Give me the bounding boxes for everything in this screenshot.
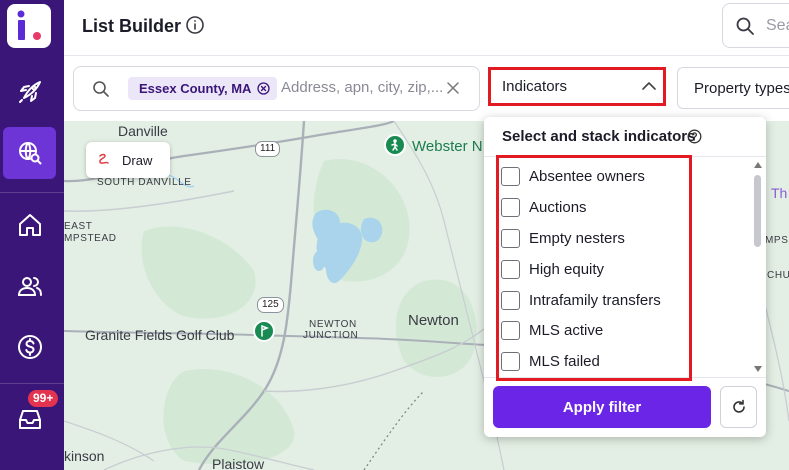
map-label-east: EAST [64,221,93,232]
map-label-webster: Webster N [412,138,483,155]
rocket-icon [18,81,41,103]
search-icon [736,17,754,35]
reset-button[interactable] [720,386,757,428]
route-shield: 125 [257,297,284,313]
scroll-down-icon[interactable] [754,366,762,372]
home-icon [18,214,41,236]
scrollbar-thumb[interactable] [754,175,761,247]
golf-icon [261,325,270,337]
property-types-label: Property types [694,80,789,97]
draw-button[interactable]: Draw [86,142,170,178]
sidebar-divider [0,383,64,384]
map-label-south-danville: SOUTH DANVILLE [97,177,192,188]
location-chip-label: Essex County, MA [139,81,252,96]
highlight-box [496,155,692,381]
app-logo[interactable] [7,4,51,48]
hiking-poi-icon[interactable] [384,134,406,156]
sidebar-item-home[interactable] [3,199,56,251]
location-placeholder: Address, apn, city, zip,... [281,79,444,96]
map-label-newton-junction-2: JUNCTION [303,330,359,341]
scroll-up-icon[interactable] [754,162,762,168]
route-shield: 111 [255,141,281,157]
search-icon [93,81,109,97]
inbox-badge: 99+ [28,390,59,407]
popup-title: Select and stack indicators [502,128,696,145]
global-search-placeholder: Sea [766,17,789,34]
sidebar-item-contacts[interactable] [3,260,56,312]
sidebar-item-list-builder[interactable] [3,127,56,179]
users-icon [17,277,42,296]
highlight-box [488,67,666,106]
dollar-icon [17,335,42,359]
help-icon[interactable] [687,129,702,144]
golf-poi-icon[interactable] [253,320,275,342]
globe-search-icon [18,142,41,165]
refresh-icon [732,399,745,413]
map-label-kinson: kinson [64,448,105,464]
clear-icon[interactable] [446,81,460,95]
map-label-mps: MPS [765,235,789,246]
filter-bar: Essex County, MA Address, apn, city, zip… [64,57,789,121]
map-label-plaistow: Plaistow [212,456,265,470]
page-title: List Builder [82,16,182,36]
inbox-icon [18,410,41,429]
map-label-granite: Granite Fields Golf Club [85,327,235,343]
sidebar-item-billing[interactable] [3,321,56,373]
map-label-chu: CHU [767,270,789,281]
header: List Builder Sea [64,0,789,56]
map-label-th: Th [771,185,788,201]
hiking-icon [391,139,398,151]
info-icon[interactable] [185,15,205,35]
sidebar-divider [0,192,64,193]
map-label-newton-junction-1: NEWTON [309,319,357,330]
sidebar: 99+ [0,0,64,470]
location-search-input[interactable]: Essex County, MA Address, apn, city, zip… [73,66,480,111]
map-label-danville: Danville [118,123,168,139]
logo-icon [17,10,41,40]
global-search-input[interactable]: Sea [722,3,789,48]
apply-filter-button[interactable]: Apply filter [493,386,711,428]
location-chip[interactable]: Essex County, MA [128,77,278,100]
draw-button-label: Draw [122,153,153,168]
remove-chip-icon[interactable] [257,82,271,95]
sidebar-item-launch[interactable] [3,66,56,118]
draw-icon [99,153,109,164]
map-label-newton: Newton [408,312,459,329]
property-types-dropdown[interactable]: Property types [677,67,789,109]
map-label-mpstead: MPSTEAD [64,233,117,244]
